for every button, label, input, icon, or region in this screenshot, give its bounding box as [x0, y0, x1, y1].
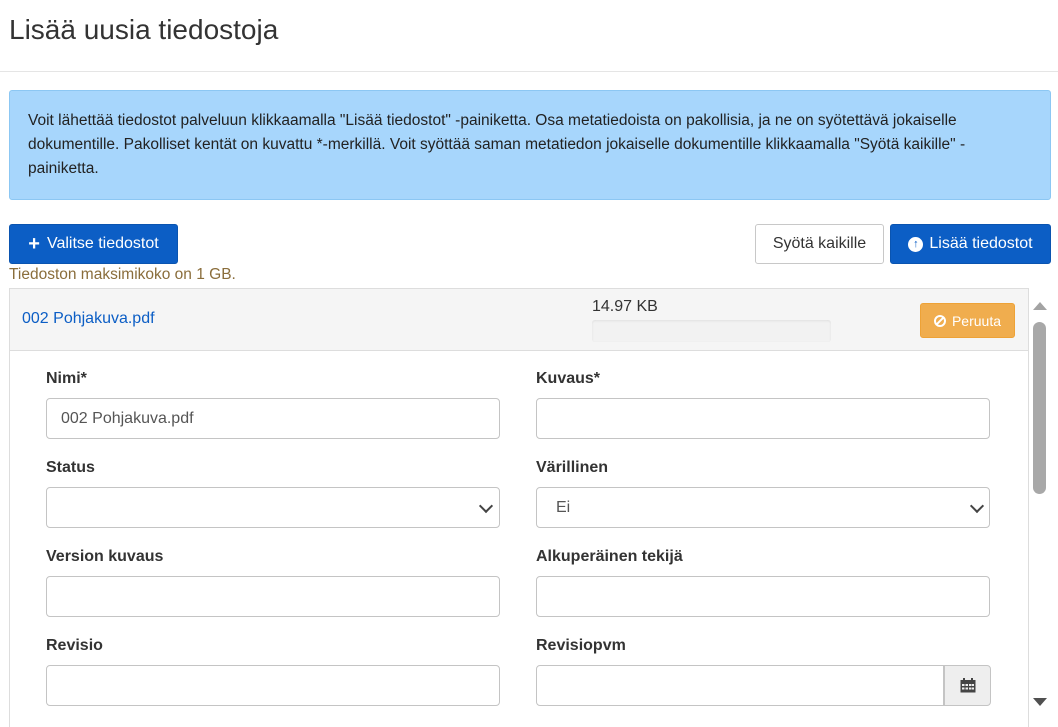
- name-input[interactable]: [46, 398, 500, 439]
- scrollbar-thumb[interactable]: [1033, 322, 1046, 494]
- revision-date-input[interactable]: [536, 665, 944, 706]
- colored-select[interactable]: Ei: [536, 487, 990, 528]
- version-description-label: Version kuvaus: [46, 548, 164, 565]
- select-files-label: Valitse tiedostot: [46, 235, 159, 252]
- info-box: Voit lähettää tiedostot palveluun klikka…: [9, 90, 1051, 200]
- upload-progress-bar: [592, 320, 831, 342]
- select-files-button[interactable]: + Valitse tiedostot: [9, 224, 178, 264]
- add-files-button[interactable]: ↑ Lisää tiedostot: [890, 224, 1051, 264]
- file-name-link[interactable]: 002 Pohjakuva.pdf: [22, 310, 155, 328]
- scroll-up-arrow-icon[interactable]: [1033, 302, 1047, 310]
- plus-icon: +: [28, 233, 40, 255]
- add-files-label: Lisää tiedostot: [929, 235, 1033, 252]
- file-size: 14.97 KB: [592, 298, 658, 315]
- ban-icon: [933, 314, 946, 327]
- fill-all-button[interactable]: Syötä kaikille: [755, 224, 884, 264]
- original-author-label: Alkuperäinen tekijä: [536, 548, 683, 565]
- original-author-input[interactable]: [536, 576, 990, 617]
- scroll-down-arrow-icon[interactable]: [1033, 698, 1047, 706]
- revision-label: Revisio: [46, 637, 103, 654]
- upload-circle-icon: ↑: [908, 236, 924, 252]
- name-label: Nimi*: [46, 370, 87, 387]
- scrollbar[interactable]: [1031, 296, 1048, 714]
- revision-input[interactable]: [46, 665, 500, 706]
- calendar-icon: [960, 678, 975, 693]
- revision-date-label: Revisiopvm: [536, 637, 626, 654]
- colored-label: Värillinen: [536, 459, 609, 476]
- cancel-button[interactable]: Peruuta: [920, 303, 1015, 338]
- status-select[interactable]: [46, 487, 500, 528]
- title-divider: [0, 71, 1058, 72]
- page-title: Lisää uusia tiedostoja: [9, 14, 279, 45]
- file-header: 002 Pohjakuva.pdf 14.97 KB Peruuta: [10, 289, 1028, 351]
- max-size-note: Tiedoston maksimikoko on 1 GB.: [9, 266, 236, 283]
- description-label: Kuvaus*: [536, 370, 601, 387]
- info-text: Voit lähettää tiedostot palveluun klikka…: [28, 112, 966, 177]
- version-description-input[interactable]: [46, 576, 500, 617]
- status-label: Status: [46, 459, 95, 476]
- cancel-label: Peruuta: [951, 312, 1002, 329]
- description-input[interactable]: [536, 398, 990, 439]
- file-panel: 002 Pohjakuva.pdf 14.97 KB Peruuta Nimi*…: [9, 288, 1029, 727]
- colored-value: Ei: [556, 499, 571, 516]
- calendar-button[interactable]: [944, 665, 991, 706]
